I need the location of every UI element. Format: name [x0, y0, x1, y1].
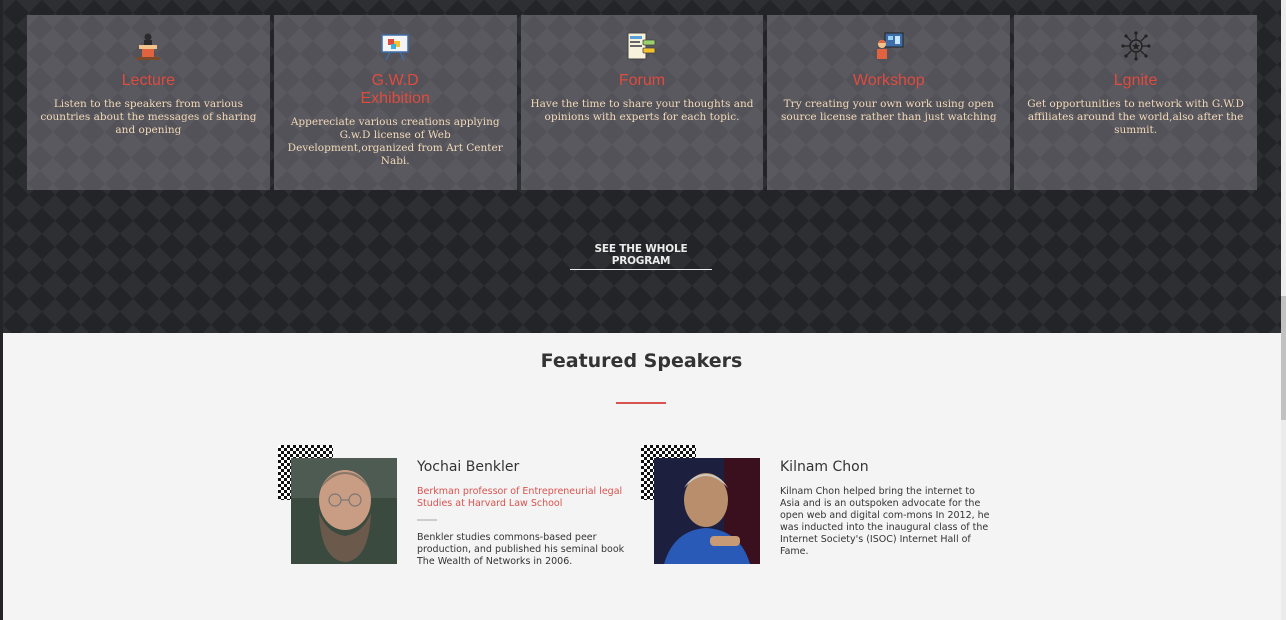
forum-board-icon — [627, 32, 656, 60]
program-description: Have the time to share your thoughts and… — [530, 98, 754, 123]
network-hub-icon — [1120, 31, 1151, 61]
speaker-photo-frame — [641, 445, 761, 565]
workshop-presenter-icon — [876, 32, 904, 59]
program-cards: Lecture Listen to the speakers from vari… — [27, 15, 1257, 190]
program-card-lecture[interactable]: Lecture Listen to the speakers from vari… — [27, 15, 270, 190]
program-description: Get opportunities to network with G.W.D … — [1027, 98, 1244, 136]
speaker-name: Yochai Benkler — [417, 459, 520, 475]
speaker-name: Kilnam Chon — [780, 459, 869, 475]
lecture-podium-icon — [136, 33, 161, 60]
scrollbar[interactable] — [1281, 0, 1286, 620]
program-title: Lecture — [121, 72, 176, 89]
program-card-forum[interactable]: Forum Have the time to share your though… — [520, 15, 764, 190]
exhibition-easel-icon — [381, 34, 409, 61]
speaker-separator — [417, 519, 437, 521]
speaker-role: Berkman professor of Entrepreneurial leg… — [417, 486, 623, 509]
speaker-bio: Benkler studies commons-based peer produ… — [417, 532, 625, 567]
speaker-photo-benkler — [291, 458, 397, 564]
scrollbar-thumb[interactable] — [1281, 296, 1286, 420]
program-description: Listen to the speakers from various coun… — [40, 98, 257, 136]
speaker-bio: Kilnam Chon helped bring the internet to… — [780, 486, 990, 557]
speaker-card-chon[interactable]: Kilnam Chon Kilnam Chon helped bring the… — [641, 445, 990, 575]
program-description: Try creating your own work using open so… — [781, 98, 997, 123]
program-card-ignite[interactable]: Lgnite Get opportunities to network with… — [1014, 15, 1257, 190]
title-divider — [616, 402, 666, 404]
speaker-photo-chon — [654, 458, 760, 564]
program-description: Appereciate various creations applying G… — [287, 116, 503, 167]
speaker-photo-frame — [278, 445, 398, 565]
see-whole-program-link[interactable]: SEE THE WHOLE PROGRAM — [570, 243, 712, 270]
speaker-card-benkler[interactable]: Yochai Benkler Berkman professor of Entr… — [278, 445, 624, 575]
program-card-workshop[interactable]: Workshop Try creating your own work usin… — [767, 15, 1011, 190]
program-card-exhibition[interactable]: G.W.D Exhibition Appereciate various cre… — [273, 15, 517, 190]
featured-speakers-title: Featured Speakers — [540, 350, 743, 372]
program-title: Workshop — [852, 72, 925, 89]
program-title: Lgnite — [1113, 72, 1158, 89]
program-title: G.W.D Exhibition — [360, 72, 430, 107]
program-title: Forum — [618, 72, 666, 89]
